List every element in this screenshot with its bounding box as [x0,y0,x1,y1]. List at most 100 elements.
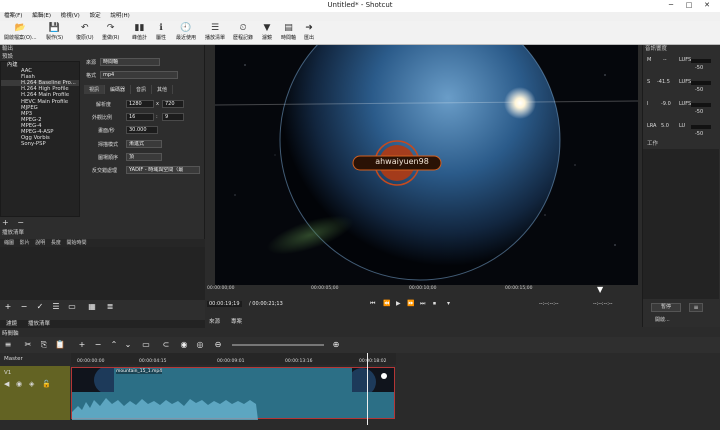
paste-icon[interactable]: 📋 [54,339,66,350]
grid-icon[interactable]: ▾ [447,300,450,307]
mute-icon[interactable]: ◀ [4,380,9,388]
open-other-button[interactable]: 開啟... [655,316,670,323]
col-thumbnail[interactable]: 縮圖 [4,240,14,246]
remove-preset-button[interactable]: − [17,218,24,227]
tab-codec[interactable]: 編碼器 [105,85,132,94]
aspect-width-input[interactable]: 16 [126,113,154,121]
aspect-height-input[interactable]: 9 [162,113,184,121]
tab-playlist[interactable]: 播放清單 [28,319,50,327]
history-button[interactable]: ⏲ 歷程記錄 [233,23,253,41]
skip-next-icon[interactable]: ⏭ [420,300,425,308]
playlist-button[interactable]: ☰ 播放清單 [205,23,225,41]
jobs-list[interactable] [643,149,719,299]
export-icon: ➜ [305,23,313,33]
add-preset-button[interactable]: + [2,218,9,227]
menu-file[interactable]: 檔案(F) [4,12,22,21]
list-view-icon[interactable]: ☰ [50,302,62,312]
deinterlace-select[interactable]: YADIF - 時域與空間（最 [126,166,200,174]
menu-settings[interactable]: 設定 [90,12,101,21]
lock-icon[interactable]: 🔓 [42,380,51,388]
tab-other[interactable]: 其他 [152,85,174,94]
ripple-icon[interactable]: ◎ [194,339,206,350]
play-icon[interactable]: ▶ [396,300,401,307]
minimize-button[interactable]: ─ [664,0,678,11]
tab-video[interactable]: 視訊 [84,85,106,94]
fast-forward-icon[interactable]: ⏩ [407,300,414,307]
col-description[interactable]: 說明 [35,240,45,246]
redo-icon: ↷ [106,23,115,33]
col-start[interactable]: 開始時間 [66,240,86,246]
tab-project[interactable]: 專案 [231,317,242,325]
timeline-playhead[interactable] [367,353,368,425]
rewind-icon[interactable]: ⏪ [383,300,390,307]
ruler-label: 00:00:15;00 [505,286,533,291]
menu-help[interactable]: 說明(H) [110,12,129,21]
duration-timecode: / 00:00:21;13 [249,301,283,307]
field-order-select[interactable]: 頂 [126,153,162,161]
menu-edit[interactable]: 編輯(E) [32,12,51,21]
playhead-icon[interactable]: ▼ [597,285,603,294]
clip-name: mountain_15_1.mp4 [116,369,163,374]
split-icon[interactable]: ▭ [140,339,152,350]
track-header-v1[interactable]: V1 ◀ ◉ ◈ 🔓 [0,366,70,420]
properties-button[interactable]: ℹ 屬性 [156,23,166,41]
tab-filters[interactable]: 濾鏡 [6,319,17,327]
preset-item[interactable]: Sony-PSP [1,141,79,147]
close-button[interactable]: ✕ [700,0,714,11]
hide-icon[interactable]: ◉ [16,380,22,388]
export-dock-title: 輸出 [2,46,14,52]
remove-icon[interactable]: − [92,339,104,350]
resolution-width-input[interactable]: 1280 [126,100,154,108]
col-duration[interactable]: 長度 [51,240,61,246]
video-viewer[interactable]: ahwaiyuen98 [215,45,638,285]
zoom-slider[interactable] [232,344,324,346]
add-icon[interactable]: + [2,302,14,312]
check-icon[interactable]: ✓ [34,302,46,312]
scrub-icon[interactable]: ◉ [178,339,190,350]
zoom-out-icon[interactable]: ⊖ [212,339,224,350]
append-icon[interactable]: ▭ [66,302,78,312]
timeline-button[interactable]: ▤ 時間軸 [281,23,296,41]
grid-view-icon[interactable]: ▦ [86,302,98,312]
resolution-height-input[interactable]: 720 [162,100,184,108]
remove-icon[interactable]: − [18,302,30,312]
pause-button[interactable]: 暫停 [651,303,681,312]
skip-previous-icon[interactable]: ⏮ [370,300,375,308]
jobs-menu-icon[interactable]: ≡ [689,303,703,312]
timeline-ruler[interactable]: 00:00:00:00 00:00:04:15 00:00:09:01 00:0… [71,353,396,365]
redo-button[interactable]: ↷ 重做(R) [102,23,119,41]
zoom-icon[interactable]: ⏹ [433,300,436,308]
timeline-clip[interactable]: mountain_15_1.mp4 [71,366,395,420]
undo-button[interactable]: ↶ 復原(U) [76,23,94,41]
composite-icon[interactable]: ◈ [29,380,34,388]
peak-meter-button[interactable]: ▮▮ 峰值計 [132,23,147,41]
maximize-button[interactable]: □ [682,0,696,11]
details-view-icon[interactable]: ≣ [104,302,116,312]
cut-icon[interactable]: ✂ [22,339,34,350]
meter-unit: LUFS [679,101,692,107]
recent-button[interactable]: 🕘 最近使用 [176,23,196,41]
export-button[interactable]: ➜ 匯出 [304,23,314,41]
tab-audio[interactable]: 音訊 [131,85,153,94]
append-icon[interactable]: + [76,339,88,350]
filters-button[interactable]: ▼ 濾鏡 [262,23,272,41]
open-file-button[interactable]: 📂 開啟檔案(O)... [4,23,37,41]
overwrite-icon[interactable]: ⌄ [122,339,134,350]
position-timecode[interactable]: 00:00:19;19 [207,301,242,307]
copy-icon[interactable]: ⎘ [38,339,50,350]
col-clip[interactable]: 影片 [20,240,30,246]
fps-input[interactable]: 30.000 [126,126,158,134]
from-select[interactable]: 時間軸 [100,58,160,66]
save-button[interactable]: 💾 製作(S) [46,23,63,41]
lift-icon[interactable]: ⌃ [108,339,120,350]
menu-icon[interactable]: ≡ [2,339,14,350]
snap-icon[interactable]: ⊂ [160,339,172,350]
viewer-ruler[interactable]: 00:00:00;00 00:00:05;00 00:00:10;00 00:0… [205,285,642,295]
zoom-in-icon[interactable]: ⊕ [330,339,342,350]
presets-list[interactable]: 內建 AAC Flash H.264 Baseline Pro... H.264 Hig… [0,61,80,217]
format-select[interactable]: mp4 [100,71,178,79]
scan-mode-select[interactable]: 漸進式 [126,140,162,148]
tab-source[interactable]: 來源 [209,317,220,325]
out-point: --:--:--:-- [593,301,613,307]
menu-view[interactable]: 檢視(V) [61,12,80,21]
